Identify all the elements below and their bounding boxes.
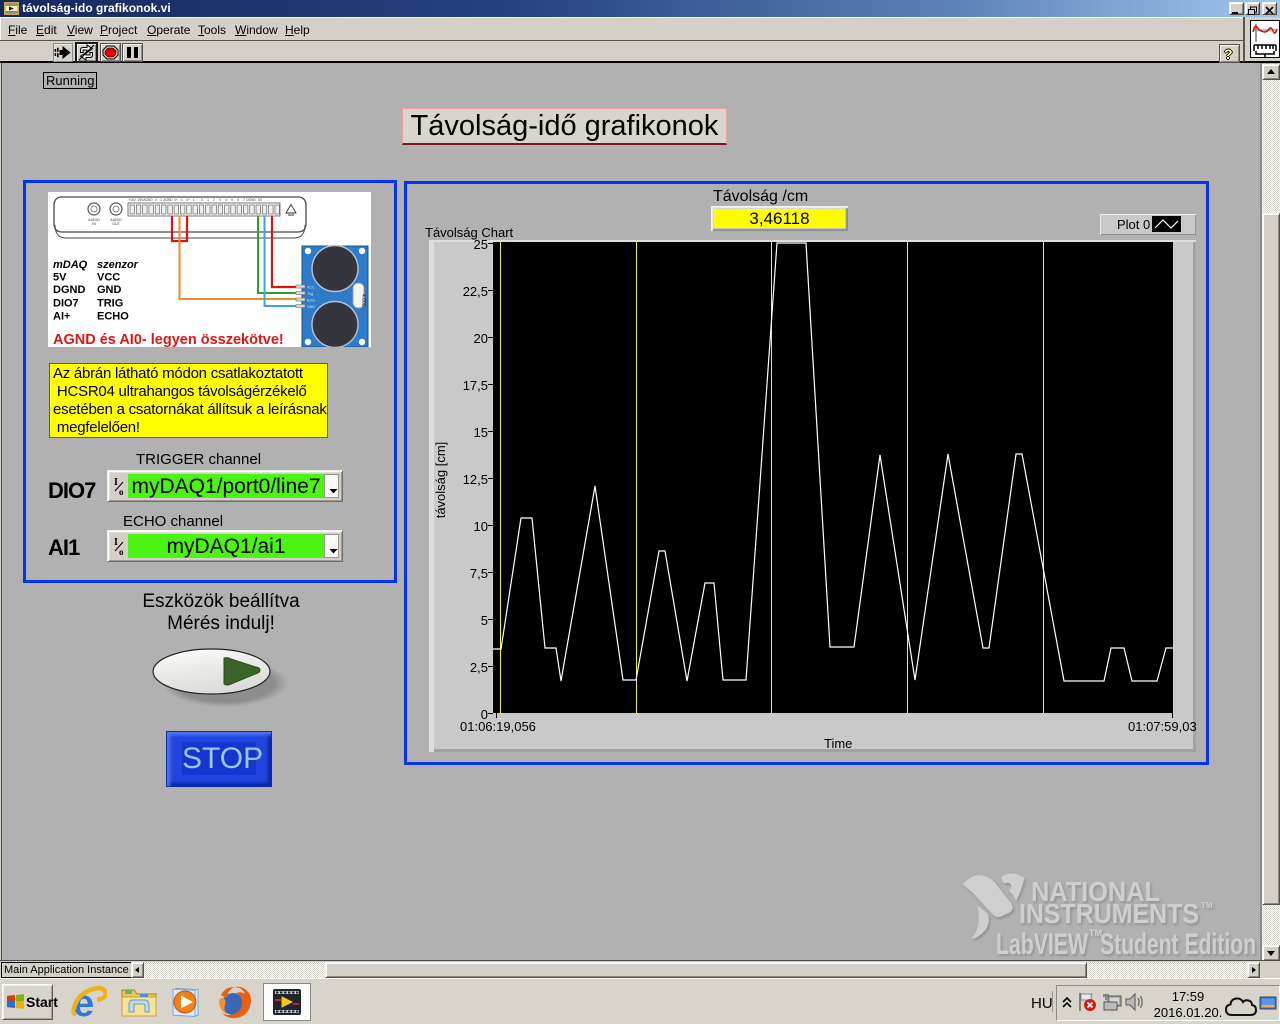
svg-text:I: I: [114, 477, 118, 488]
svg-text:1: 1: [160, 198, 162, 202]
svg-text:6: 6: [237, 198, 239, 202]
svg-text:szenzor: szenzor: [97, 259, 139, 271]
svg-text:AGND: AGND: [163, 198, 173, 202]
svg-text:OUT: OUT: [112, 222, 120, 226]
svg-text:1+: 1+: [186, 198, 190, 202]
svg-text:AGND és AI0- legyen összekötve: AGND és AI0- legyen összekötve!: [53, 332, 284, 347]
svg-text:4: 4: [225, 198, 227, 202]
svg-text:0: 0: [201, 198, 203, 202]
svg-text:5: 5: [231, 198, 233, 202]
svg-text:I: I: [114, 537, 118, 548]
svg-text:GND: GND: [307, 305, 315, 309]
svg-text:mDAQ: mDAQ: [53, 259, 88, 271]
svg-text:Echo: Echo: [307, 299, 315, 303]
svg-text:DIO7: DIO7: [53, 298, 79, 310]
svg-text:Student Edition: Student Edition: [1100, 928, 1256, 960]
svg-text:1: 1: [207, 198, 209, 202]
svg-text:7: 7: [243, 198, 245, 202]
svg-text:AGND: AGND: [143, 198, 153, 202]
svg-text:VCC: VCC: [97, 272, 120, 284]
svg-text:DGND: DGND: [53, 284, 85, 296]
svg-text:+15V: +15V: [128, 198, 136, 202]
svg-text:4.000: 4.000: [360, 294, 366, 307]
svg-text:LabVIEW: LabVIEW: [996, 928, 1088, 960]
svg-text:o: o: [119, 547, 124, 557]
svg-text:DGND: DGND: [246, 198, 256, 202]
svg-text:1-: 1-: [193, 198, 196, 202]
svg-text:0-: 0-: [181, 198, 184, 202]
svg-text:VCC: VCC: [307, 286, 315, 290]
svg-text:AI+: AI+: [53, 311, 70, 323]
svg-text:0+: 0+: [174, 198, 178, 202]
svg-text:INSTRUMENTS: INSTRUMENTS: [1019, 898, 1199, 929]
svg-text:0: 0: [155, 198, 157, 202]
svg-text:ECHO: ECHO: [97, 311, 129, 323]
svg-text:IN: IN: [92, 222, 96, 226]
svg-text:o: o: [119, 487, 124, 497]
svg-text:TRIG: TRIG: [97, 298, 123, 310]
svg-text:5V: 5V: [53, 272, 67, 284]
svg-text:3: 3: [219, 198, 221, 202]
svg-text:TM: TM: [1201, 901, 1213, 910]
svg-text:2: 2: [213, 198, 215, 202]
svg-text:GND: GND: [97, 284, 122, 296]
svg-text:Trig: Trig: [307, 292, 313, 296]
